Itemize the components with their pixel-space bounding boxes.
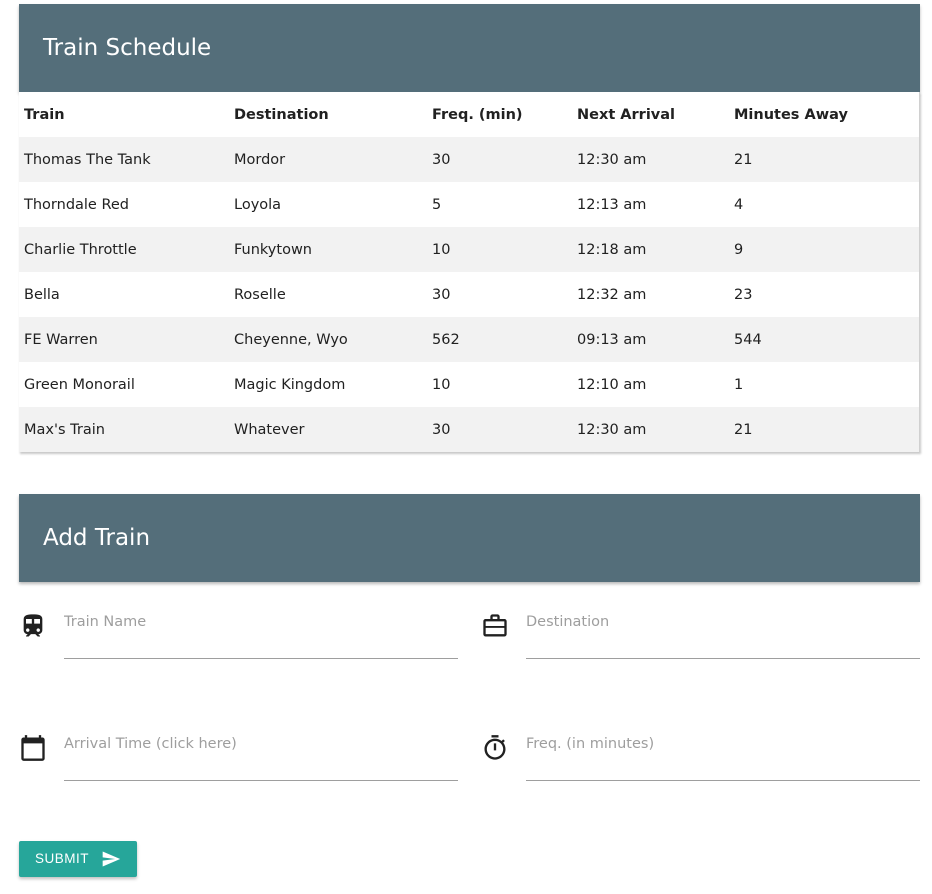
column-header-destination: Destination bbox=[234, 106, 329, 123]
add-train-header: Add Train bbox=[19, 494, 920, 582]
next-arrival-cell: 12:32 am bbox=[577, 286, 647, 303]
column-header-frequency: Freq. (min) bbox=[432, 106, 523, 123]
add-train-title: Add Train bbox=[43, 525, 151, 551]
frequency-cell: 30 bbox=[432, 151, 451, 168]
frequency-cell: 10 bbox=[432, 241, 451, 258]
next-arrival-cell: 12:13 am bbox=[577, 196, 647, 213]
frequency-cell: 562 bbox=[432, 331, 460, 348]
minutes-away-cell: 21 bbox=[734, 151, 753, 168]
destination-cell: Roselle bbox=[234, 286, 286, 303]
column-header-train: Train bbox=[24, 106, 65, 123]
train-cell: Charlie Throttle bbox=[24, 241, 137, 258]
destination-cell: Whatever bbox=[234, 421, 305, 438]
next-arrival-cell: 12:10 am bbox=[577, 376, 647, 393]
destination-input[interactable] bbox=[526, 608, 916, 636]
timer-icon bbox=[481, 734, 509, 762]
calendar-icon bbox=[19, 734, 47, 762]
table-row: Thomas The Tank Mordor 30 12:30 am 21 bbox=[19, 137, 919, 182]
train-cell: Thorndale Red bbox=[24, 196, 130, 213]
train-name-input[interactable] bbox=[64, 608, 454, 636]
schedule-header: Train Schedule bbox=[19, 4, 920, 92]
destination-cell: Magic Kingdom bbox=[234, 376, 346, 393]
column-header-next-arrival: Next Arrival bbox=[577, 106, 676, 123]
train-cell: Bella bbox=[24, 286, 60, 303]
table-row: Charlie Throttle Funkytown 10 12:18 am 9 bbox=[19, 227, 919, 272]
schedule-table: Train Destination Freq. (min) Next Arriv… bbox=[19, 92, 919, 452]
train-name-underline bbox=[64, 592, 458, 659]
arrival-time-underline bbox=[64, 714, 458, 781]
minutes-away-cell: 23 bbox=[734, 286, 753, 303]
next-arrival-cell: 12:18 am bbox=[577, 241, 647, 258]
next-arrival-cell: 09:13 am bbox=[577, 331, 647, 348]
table-row: Bella Roselle 30 12:32 am 23 bbox=[19, 272, 919, 317]
frequency-underline bbox=[526, 714, 920, 781]
frequency-cell: 30 bbox=[432, 421, 451, 438]
minutes-away-cell: 9 bbox=[734, 241, 744, 258]
destination-cell: Loyola bbox=[234, 196, 282, 213]
arrival-time-input[interactable] bbox=[64, 730, 454, 758]
send-icon bbox=[101, 849, 121, 869]
minutes-away-cell: 4 bbox=[734, 196, 744, 213]
table-row: FE Warren Cheyenne, Wyo 562 09:13 am 544 bbox=[19, 317, 919, 362]
submit-label: SUBMIT bbox=[35, 851, 90, 866]
destination-cell: Funkytown bbox=[234, 241, 312, 258]
destination-cell: Mordor bbox=[234, 151, 286, 168]
destination-underline bbox=[526, 592, 920, 659]
next-arrival-cell: 12:30 am bbox=[577, 151, 647, 168]
frequency-input[interactable] bbox=[526, 730, 916, 758]
train-cell: Thomas The Tank bbox=[24, 151, 151, 168]
train-cell: FE Warren bbox=[24, 331, 98, 348]
table-row: Thorndale Red Loyola 5 12:13 am 4 bbox=[19, 182, 919, 227]
submit-button[interactable]: SUBMIT bbox=[19, 841, 137, 877]
destination-cell: Cheyenne, Wyo bbox=[234, 331, 348, 348]
train-cell: Max's Train bbox=[24, 421, 105, 438]
minutes-away-cell: 544 bbox=[734, 331, 762, 348]
column-header-minutes-away: Minutes Away bbox=[734, 106, 848, 123]
schedule-table-card: Train Destination Freq. (min) Next Arriv… bbox=[19, 92, 920, 452]
briefcase-icon bbox=[481, 612, 509, 640]
train-icon bbox=[19, 612, 47, 640]
table-row: Max's Train Whatever 30 12:30 am 21 bbox=[19, 407, 919, 452]
minutes-away-cell: 21 bbox=[734, 421, 753, 438]
frequency-cell: 30 bbox=[432, 286, 451, 303]
table-header-row: Train Destination Freq. (min) Next Arriv… bbox=[19, 92, 919, 137]
next-arrival-cell: 12:30 am bbox=[577, 421, 647, 438]
frequency-cell: 10 bbox=[432, 376, 451, 393]
train-cell: Green Monorail bbox=[24, 376, 135, 393]
table-row: Green Monorail Magic Kingdom 10 12:10 am… bbox=[19, 362, 919, 407]
schedule-title: Train Schedule bbox=[43, 35, 212, 61]
frequency-cell: 5 bbox=[432, 196, 442, 213]
minutes-away-cell: 1 bbox=[734, 376, 744, 393]
